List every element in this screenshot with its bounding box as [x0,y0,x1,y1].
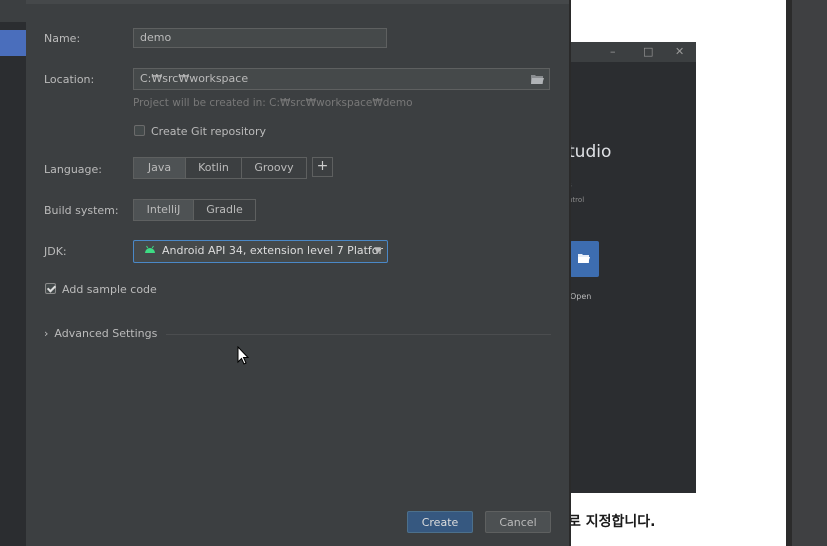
language-segmented-control: Java Kotlin Groovy [133,157,307,179]
welcome-title: tudio [568,142,612,162]
location-value: C:₩src₩workspace [140,72,249,85]
build-system-segmented-control: IntelliJ Gradle [133,199,256,221]
name-input[interactable]: demo [133,28,387,48]
build-option-gradle[interactable]: Gradle [194,200,255,220]
maximize-icon[interactable]: □ [643,45,653,58]
add-language-button[interactable]: + [312,157,333,177]
minimize-icon[interactable]: – [610,45,616,58]
page-caption: 로 지정합니다. [568,514,656,530]
jdk-value: Android API 34, extension level 7 Platfo… [162,244,384,257]
jdk-label: JDK: [44,245,67,258]
open-project-button[interactable] [570,241,599,277]
advanced-divider [166,334,551,335]
build-system-label: Build system: [44,204,119,217]
advanced-settings-label: Advanced Settings [54,327,158,340]
location-label: Location: [44,73,95,86]
new-project-dialog: Name: demo Location: C:₩src₩workspace Pr… [26,0,571,546]
sample-code-label: Add sample code [62,283,157,296]
language-option-java[interactable]: Java [134,158,186,178]
left-ide-panel [0,0,26,546]
chevron-down-icon: ▼ [374,246,381,256]
android-icon [145,245,155,253]
cancel-button[interactable]: Cancel [485,511,551,533]
mouse-cursor-icon [237,346,250,365]
name-label: Name: [44,32,81,45]
language-label: Language: [44,163,102,176]
language-option-kotlin[interactable]: Kotlin [186,158,242,178]
git-repo-checkbox[interactable] [134,125,145,136]
language-option-groovy[interactable]: Groovy [242,158,306,178]
advanced-settings-toggle[interactable]: › Advanced Settings [44,327,157,340]
location-input[interactable]: C:₩src₩workspace [133,68,550,90]
open-label: Open [570,292,592,301]
location-hint: Project will be created in: C:₩src₩works… [133,97,413,109]
folder-open-icon [578,254,590,263]
selected-generator-item[interactable] [0,30,26,56]
sample-code-checkbox[interactable] [45,283,56,294]
welcome-window: – □ ✕ tudio s ntrol Open [568,42,696,493]
close-icon[interactable]: ✕ [675,45,684,58]
browse-folder-icon[interactable] [531,74,544,84]
welcome-titlebar: – □ ✕ [568,42,696,62]
jdk-dropdown[interactable]: Android API 34, extension level 7 Platfo… [133,240,388,263]
chevron-right-icon: › [44,327,49,340]
create-button[interactable]: Create [407,511,473,533]
build-option-intellij[interactable]: IntelliJ [134,200,194,220]
git-repo-label: Create Git repository [151,125,267,138]
right-side-panel [786,0,827,546]
